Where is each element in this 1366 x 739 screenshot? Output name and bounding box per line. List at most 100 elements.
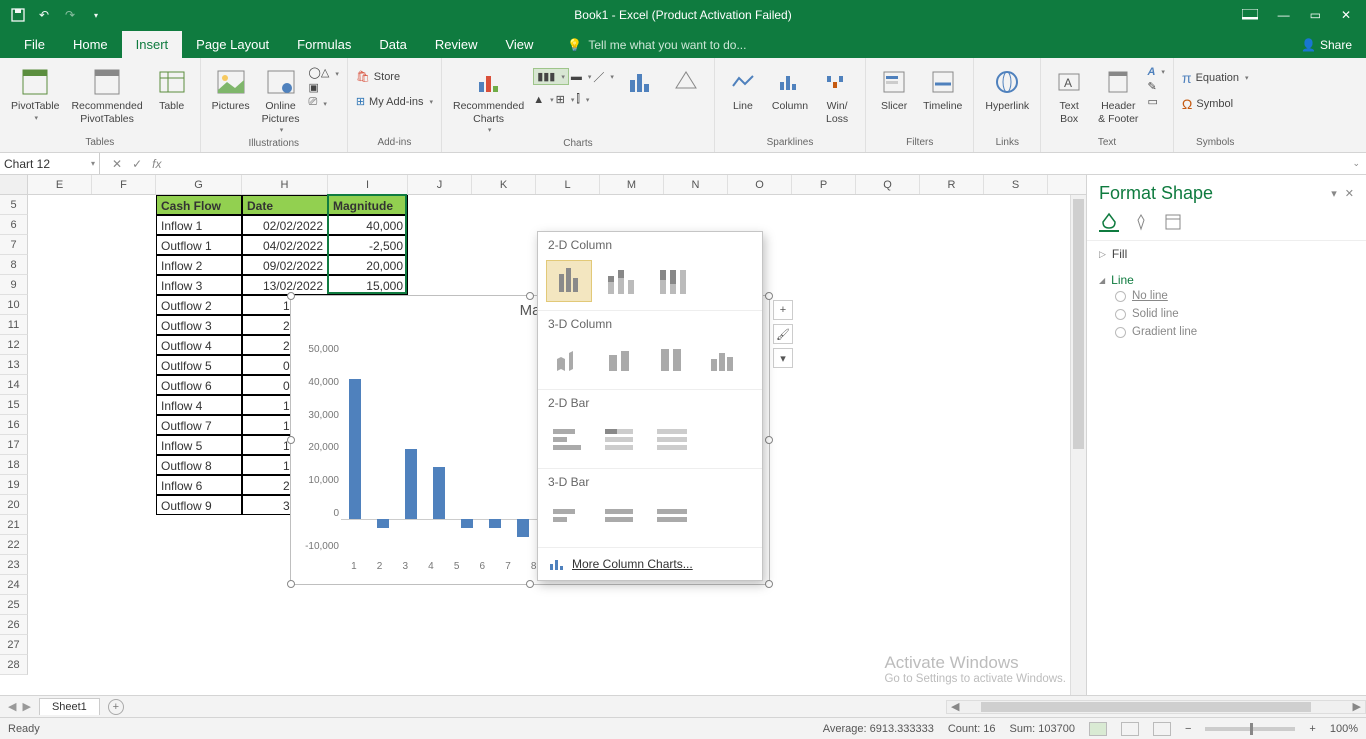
cell-I5[interactable]: Magnitude (328, 195, 408, 215)
cell-G14[interactable]: Outflow 6 (156, 375, 242, 395)
3d-100-stacked-column-option[interactable] (650, 339, 696, 381)
3d-stacked-column-option[interactable] (598, 339, 644, 381)
cell-I6[interactable]: 40,000 (328, 215, 408, 235)
3d-clustered-bar-option[interactable] (546, 497, 592, 539)
row-header-13[interactable]: 13 (0, 355, 28, 375)
sparkline-column-button[interactable]: Column (769, 64, 811, 115)
cell-G13[interactable]: Outlfow 5 (156, 355, 242, 375)
cell-G15[interactable]: Inflow 4 (156, 395, 242, 415)
zoom-in-button[interactable]: + (1309, 723, 1315, 735)
row-header-21[interactable]: 21 (0, 515, 28, 535)
tab-pagelayout[interactable]: Page Layout (182, 31, 283, 58)
signature-button[interactable]: ✎ (1147, 80, 1164, 93)
cell-G5[interactable]: Cash Flow (156, 195, 242, 215)
chart-filters-button[interactable]: ▾ (773, 348, 793, 368)
cell-G7[interactable]: Outflow 1 (156, 235, 242, 255)
row-header-12[interactable]: 12 (0, 335, 28, 355)
worksheet-grid[interactable]: EFGHIJKLMNOPQRS 567891011121314151617181… (0, 175, 1086, 695)
row-header-26[interactable]: 26 (0, 615, 28, 635)
row-header-23[interactable]: 23 (0, 555, 28, 575)
sparkline-line-button[interactable]: Line (723, 64, 763, 115)
col-header-Q[interactable]: Q (856, 175, 920, 194)
col-header-O[interactable]: O (728, 175, 792, 194)
size-tab-icon[interactable] (1163, 212, 1183, 232)
cell-H6[interactable]: 02/02/2022 (242, 215, 328, 235)
tab-view[interactable]: View (491, 31, 547, 58)
pane-line-section[interactable]: Line (1099, 273, 1354, 287)
name-box[interactable]: Chart 12▾ (0, 153, 100, 174)
normal-view-button[interactable] (1089, 722, 1107, 736)
col-header-N[interactable]: N (664, 175, 728, 194)
stacked-bar-option[interactable] (598, 418, 644, 460)
row-header-24[interactable]: 24 (0, 575, 28, 595)
zoom-level[interactable]: 100% (1330, 723, 1358, 735)
cell-G20[interactable]: Outflow 9 (156, 495, 242, 515)
clustered-bar-option[interactable] (546, 418, 592, 460)
chart-elements-button[interactable]: + (773, 300, 793, 320)
col-header-J[interactable]: J (408, 175, 472, 194)
row-header-6[interactable]: 6 (0, 215, 28, 235)
minimize-icon[interactable]: — (1278, 8, 1290, 22)
col-header-M[interactable]: M (600, 175, 664, 194)
col-header-F[interactable]: F (92, 175, 156, 194)
col-header-I[interactable]: I (328, 175, 408, 194)
stacked-column-option[interactable] (598, 260, 644, 302)
sheet-tab-sheet1[interactable]: Sheet1 (39, 698, 100, 715)
tab-data[interactable]: Data (365, 31, 420, 58)
100-stacked-bar-option[interactable] (650, 418, 696, 460)
save-icon[interactable] (10, 7, 26, 23)
hyperlink-button[interactable]: Hyperlink (982, 64, 1032, 115)
cell-G6[interactable]: Inflow 1 (156, 215, 242, 235)
cell-G10[interactable]: Outflow 2 (156, 295, 242, 315)
col-header-K[interactable]: K (472, 175, 536, 194)
clustered-column-option[interactable] (546, 260, 592, 302)
maximize-icon[interactable]: ▭ (1310, 8, 1321, 22)
row-header-11[interactable]: 11 (0, 315, 28, 335)
online-pictures-button[interactable]: Online Pictures (259, 64, 303, 138)
3d-100-stacked-bar-option[interactable] (650, 497, 696, 539)
cell-G8[interactable]: Inflow 2 (156, 255, 242, 275)
3d-column-option[interactable] (702, 339, 748, 381)
textbox-button[interactable]: AText Box (1049, 64, 1089, 127)
pictures-button[interactable]: Pictures (209, 64, 253, 115)
wordart-button[interactable]: A (1147, 66, 1164, 78)
symbol-button[interactable]: ΩSymbol (1182, 96, 1249, 112)
3d-stacked-bar-option[interactable] (598, 497, 644, 539)
sheet-nav-prev-icon[interactable]: ◀ (8, 700, 16, 713)
cell-H9[interactable]: 13/02/2022 (242, 275, 328, 295)
recommended-charts-button[interactable]: Recommended Charts (450, 64, 527, 138)
area-chart-button[interactable]: ▲ (533, 93, 553, 106)
pivot-chart-button[interactable] (620, 64, 660, 100)
effects-tab-icon[interactable] (1131, 212, 1151, 232)
row-header-15[interactable]: 15 (0, 395, 28, 415)
cancel-formula-icon[interactable]: ✕ (112, 157, 122, 171)
formula-expand-icon[interactable]: ⌄ (1346, 158, 1366, 169)
cell-G12[interactable]: Outflow 4 (156, 335, 242, 355)
recommended-pivot-button[interactable]: Recommended PivotTables (68, 64, 145, 127)
chart-styles-button[interactable]: 🖌 (773, 324, 793, 344)
header-footer-button[interactable]: Header & Footer (1095, 64, 1141, 127)
100-stacked-column-option[interactable] (650, 260, 696, 302)
cell-I7[interactable]: -2,500 (328, 235, 408, 255)
tab-home[interactable]: Home (59, 31, 122, 58)
cell-G19[interactable]: Inflow 6 (156, 475, 242, 495)
cell-G9[interactable]: Inflow 3 (156, 275, 242, 295)
col-header-R[interactable]: R (920, 175, 984, 194)
shapes-button[interactable]: ◯△ (309, 66, 339, 79)
my-addins-button[interactable]: ⊞My Add-ins (356, 95, 433, 108)
more-column-charts-link[interactable]: More Column Charts... (538, 548, 762, 580)
row-header-14[interactable]: 14 (0, 375, 28, 395)
3d-clustered-column-option[interactable] (546, 339, 592, 381)
tell-me-search[interactable]: 💡Tell me what you want to do... (567, 38, 746, 58)
share-button[interactable]: 👤Share (1287, 32, 1366, 58)
equation-button[interactable]: πEquation (1182, 70, 1249, 86)
pane-fill-section[interactable]: Fill (1099, 247, 1354, 261)
row-header-9[interactable]: 9 (0, 275, 28, 295)
gradient-line-option[interactable]: Gradient line (1099, 323, 1354, 341)
col-header-H[interactable]: H (242, 175, 328, 194)
smartart-button[interactable]: ▣ (309, 81, 339, 94)
tab-review[interactable]: Review (421, 31, 492, 58)
col-header-S[interactable]: S (984, 175, 1048, 194)
fill-line-tab-icon[interactable] (1099, 212, 1119, 232)
timeline-button[interactable]: Timeline (920, 64, 965, 115)
